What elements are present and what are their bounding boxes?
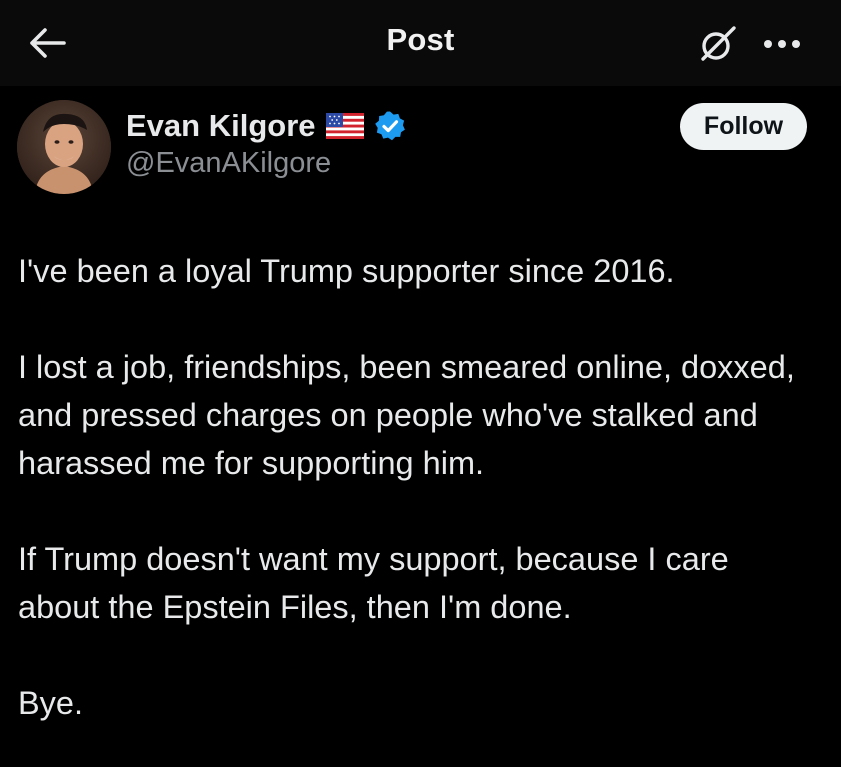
- post-paragraph: I lost a job, friendships, been smeared …: [18, 349, 795, 481]
- post-paragraph: I've been a loyal Trump supporter since …: [18, 253, 675, 289]
- author-display-name[interactable]: Evan Kilgore: [126, 108, 316, 144]
- top-bar: Post: [0, 0, 841, 86]
- author-name-row[interactable]: Evan Kilgore: [126, 106, 406, 146]
- author-handle[interactable]: @EvanAKilgore: [126, 147, 331, 180]
- avatar[interactable]: [17, 100, 111, 194]
- profile-photo: [17, 100, 111, 194]
- verified-badge-icon[interactable]: [374, 110, 406, 142]
- more-horizontal-icon: [764, 40, 800, 48]
- us-flag-icon: [325, 113, 364, 139]
- post-paragraph: If Trump doesn't want my support, becaus…: [18, 541, 729, 625]
- post-text: I've been a loyal Trump supporter since …: [18, 247, 818, 727]
- grok-button[interactable]: [692, 18, 744, 70]
- grok-icon: [701, 26, 736, 61]
- post-paragraph: Bye.: [18, 685, 84, 721]
- more-options-button[interactable]: [752, 22, 812, 66]
- follow-button[interactable]: Follow: [680, 103, 807, 150]
